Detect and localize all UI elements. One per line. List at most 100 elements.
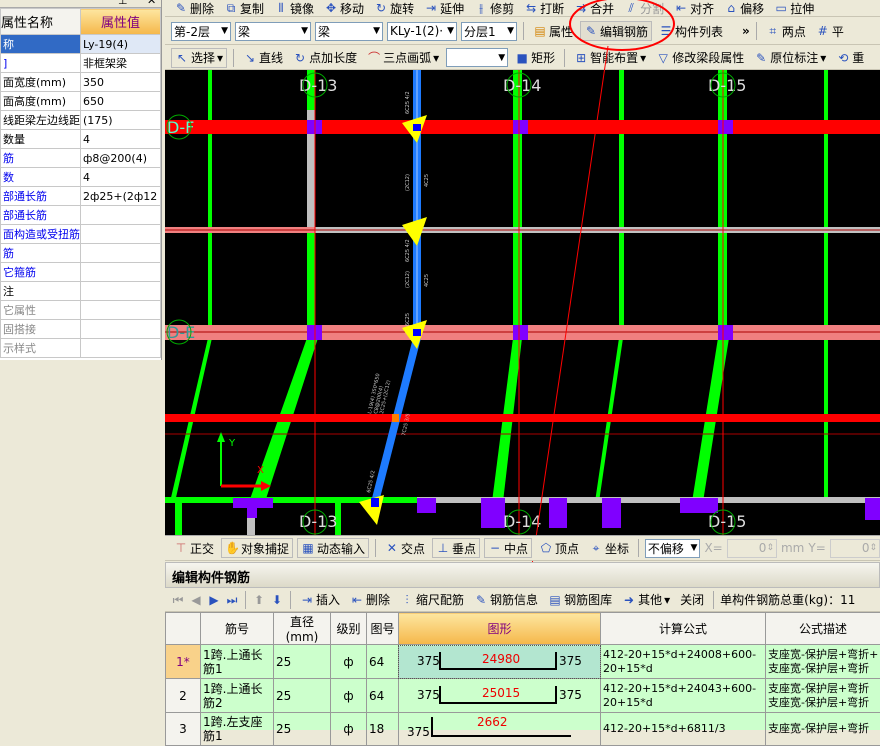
property-row[interactable]: 筋	[1, 244, 161, 263]
redo-button[interactable]: ⟲重	[833, 48, 867, 68]
property-row[interactable]: 它属性	[1, 301, 161, 320]
toolbar-button-1[interactable]: ⧉复制	[221, 0, 267, 16]
close-icon[interactable]: ✕	[147, 0, 156, 7]
grip-point[interactable]	[413, 124, 421, 131]
rebar-diameter[interactable]: 25	[274, 713, 331, 746]
rebar-info-button[interactable]: ✎钢筋信息	[471, 590, 541, 610]
overflow-chevron[interactable]: »	[742, 24, 750, 38]
property-row[interactable]: 称Ly-19(4)	[1, 35, 161, 54]
toolbar-button-11[interactable]: ⌂偏移	[721, 0, 767, 16]
rebar-row[interactable]: 1* 1跨.上通长筋1 25 ф 64 37524980375 412-20+1…	[166, 645, 880, 679]
intersection-snap[interactable]: ✕交点	[382, 538, 428, 558]
toolbar-button-4[interactable]: ↻旋转	[371, 0, 417, 16]
property-row[interactable]: 注	[1, 282, 161, 301]
rebar-formula[interactable]: 412-20+15*d+24043+600-20+15*d	[601, 679, 766, 713]
layer-select[interactable]: 分层1▼	[461, 22, 517, 41]
other-button[interactable]: ➜其他 ▾	[619, 590, 673, 610]
y-input[interactable]: 0⇕	[830, 539, 880, 558]
ortho-toggle[interactable]: ⊤正交	[171, 538, 217, 558]
property-row[interactable]: 数4	[1, 168, 161, 187]
close-panel-button[interactable]: 关闭	[677, 590, 707, 610]
toolbar-button-0[interactable]: ✎删除	[171, 0, 217, 16]
property-value[interactable]: 非框架梁	[81, 54, 161, 73]
arc-option-select[interactable]: ▼	[446, 48, 508, 67]
rebar-row[interactable]: 2 1跨.上通长筋2 25 ф 64 37525015375 412-20+15…	[166, 679, 880, 713]
property-row[interactable]: 数量4	[1, 130, 161, 149]
component-list-button[interactable]: ☰构件列表	[656, 21, 726, 41]
property-value[interactable]: 350	[81, 73, 161, 92]
property-value[interactable]	[81, 339, 161, 358]
next-record-icon[interactable]: ▶	[207, 593, 221, 607]
object-snap-toggle[interactable]: ✋对象捕捉	[221, 538, 293, 558]
property-value[interactable]	[81, 206, 161, 225]
rebar-diameter[interactable]: 25	[274, 645, 331, 679]
property-value[interactable]: 2ф25+(2ф12	[81, 187, 161, 206]
component-select[interactable]: KLy-1(2)·▼	[387, 22, 457, 41]
rebar-shape-cell[interactable]: 3752662	[399, 713, 601, 746]
rebar-formula[interactable]: 412-20+15*d+24008+600-20+15*d	[601, 645, 766, 679]
rectangle-button[interactable]: ■矩形	[512, 48, 558, 68]
rebar-grade[interactable]: ф	[331, 679, 367, 713]
property-row[interactable]: 筋ф8@200(4)	[1, 149, 161, 168]
move-down-icon[interactable]: ⬇	[270, 593, 284, 607]
toolbar-button-10[interactable]: ⇤对齐	[671, 0, 717, 16]
toolbar-button-2[interactable]: ⫴镜像	[271, 0, 317, 16]
offset-select[interactable]: 不偏移▼	[645, 539, 701, 558]
rebar-figure-no[interactable]: 18	[367, 713, 399, 746]
rebar-description[interactable]: 支座宽-保护层+弯折	[766, 713, 880, 746]
toolbar-button-5[interactable]: ⇥延伸	[421, 0, 467, 16]
toolbar-button-12[interactable]: ▭拉伸	[771, 0, 817, 16]
delete-row-button[interactable]: ⇤删除	[347, 590, 393, 610]
two-point-button[interactable]: ⌗两点	[763, 21, 809, 41]
property-value[interactable]	[81, 301, 161, 320]
rebar-name[interactable]: 1跨.上通长筋1	[201, 645, 274, 679]
rebar-description[interactable]: 支座宽-保护层+弯折+ 支座宽-保护层+弯折	[766, 645, 880, 679]
property-row[interactable]: 面宽度(mm)350	[1, 73, 161, 92]
pin-icon[interactable]: ⊥	[118, 0, 128, 7]
smart-layout-button[interactable]: ⊞智能布置 ▾	[571, 48, 649, 68]
property-row[interactable]: ]非框架梁	[1, 54, 161, 73]
perpendicular-snap[interactable]: ⊥垂点	[432, 538, 480, 558]
modify-span-button[interactable]: ▽修改梁段属性	[653, 48, 747, 68]
property-row[interactable]: 示样式	[1, 339, 161, 358]
column-header[interactable]: 公式描述	[766, 613, 880, 645]
property-value[interactable]	[81, 263, 161, 282]
column-header[interactable]	[166, 613, 201, 645]
grip-point[interactable]	[371, 498, 379, 507]
attribute-button[interactable]: ▤属性	[530, 21, 576, 41]
grip-point[interactable]	[413, 329, 421, 336]
toolbar-button-6[interactable]: ⫲修剪	[471, 0, 517, 16]
rebar-figure-no[interactable]: 64	[367, 645, 399, 679]
parallel-button[interactable]: #平	[813, 21, 847, 41]
first-record-icon[interactable]: ⏮	[171, 593, 185, 607]
rebar-shape-cell[interactable]: 37525015375	[399, 679, 601, 713]
floor-select[interactable]: 第-2层▼	[171, 22, 231, 41]
scale-rebar-button[interactable]: ⫶缩尺配筋	[397, 590, 467, 610]
toolbar-button-9[interactable]: ⫽分割	[621, 0, 667, 16]
column-header[interactable]: 直径(mm)	[274, 613, 331, 645]
type-select[interactable]: 梁▼	[315, 22, 383, 41]
rebar-row[interactable]: 3 1跨.左支座筋1 25 ф 18 3752662 412-20+15*d+6…	[166, 713, 880, 746]
category-select[interactable]: 梁▼	[235, 22, 311, 41]
edit-rebar-button[interactable]: ✎编辑钢筋	[580, 21, 652, 41]
property-value[interactable]: 4	[81, 130, 161, 149]
drawing-canvas[interactable]: 6C25 4/2 (2C12) 4C25 6C25 4/2 (2C12) 4C2…	[165, 70, 880, 535]
prev-record-icon[interactable]: ◀	[189, 593, 203, 607]
property-row[interactable]: 线距梁左边线距(175)	[1, 111, 161, 130]
insert-button[interactable]: ⇥插入	[297, 590, 343, 610]
property-value[interactable]	[81, 225, 161, 244]
rebar-formula[interactable]: 412-20+15*d+6811/3	[601, 713, 766, 746]
rebar-grade[interactable]: ф	[331, 713, 367, 746]
arc-button[interactable]: ⌒三点画弧 ▾	[364, 48, 442, 68]
toolbar-button-8[interactable]: ⇉合并	[571, 0, 617, 16]
toolbar-button-3[interactable]: ✥移动	[321, 0, 367, 16]
in-situ-mark-button[interactable]: ✎原位标注 ▾	[751, 48, 829, 68]
rebar-library-button[interactable]: ▤钢筋图库	[545, 590, 615, 610]
rebar-grade[interactable]: ф	[331, 645, 367, 679]
line-button[interactable]: ↘直线	[240, 48, 286, 68]
last-record-icon[interactable]: ⏭	[225, 593, 239, 607]
select-button[interactable]: ↖选择 ▾	[171, 48, 227, 68]
rebar-figure-no[interactable]: 64	[367, 679, 399, 713]
row-number[interactable]: 1*	[166, 645, 201, 679]
property-value[interactable]: Ly-19(4)	[81, 35, 161, 54]
